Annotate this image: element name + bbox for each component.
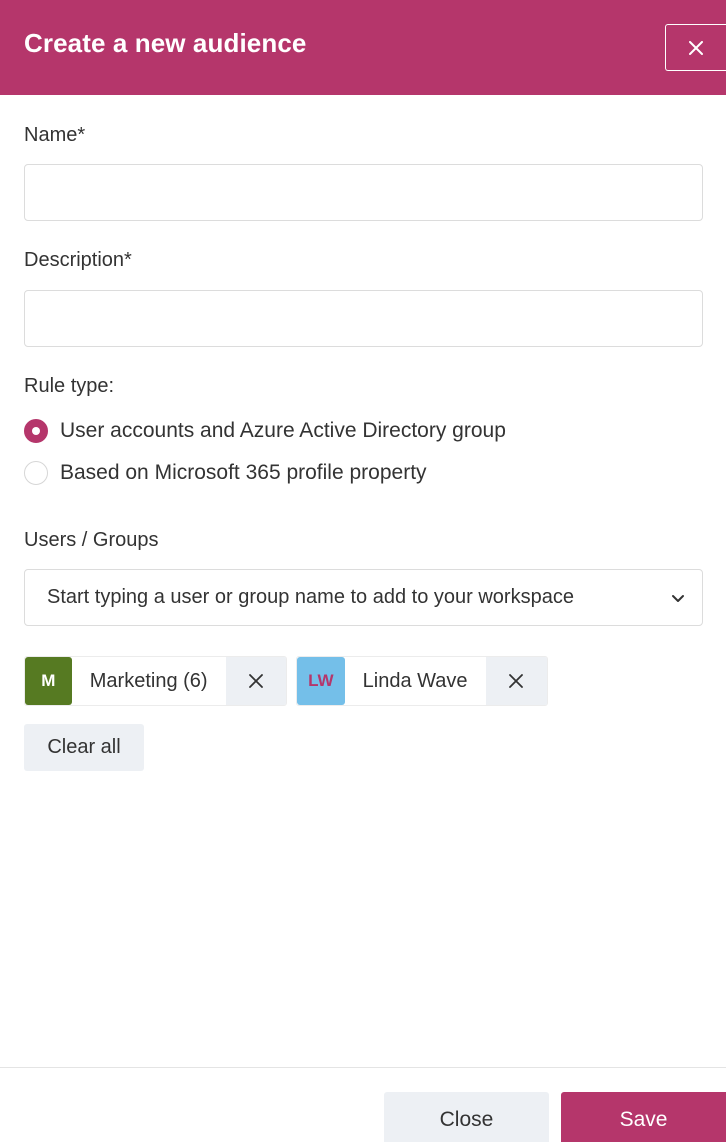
selected-chip-linda-wave: LW Linda Wave — [296, 656, 548, 706]
users-groups-select-text: Start typing a user or group name to add… — [47, 586, 574, 608]
remove-chip-button[interactable] — [485, 657, 547, 705]
remove-chip-button[interactable] — [225, 657, 286, 705]
save-button[interactable]: Save — [561, 1092, 726, 1142]
description-input[interactable] — [24, 290, 703, 347]
chip-label: Marketing (6) — [89, 669, 208, 692]
close-dialog-button[interactable] — [665, 24, 726, 71]
rule-option-user-accounts[interactable]: User accounts and Azure Active Directory… — [24, 418, 506, 444]
users-groups-label: Users / Groups — [24, 529, 159, 551]
avatar: M — [25, 657, 72, 705]
rule-option-profile-property[interactable]: Based on Microsoft 365 profile property — [24, 460, 427, 486]
footer-divider — [0, 1067, 726, 1068]
chip-label: Linda Wave — [362, 669, 468, 692]
close-icon — [509, 674, 524, 688]
close-icon — [248, 674, 263, 688]
clear-all-button[interactable]: Clear all — [24, 724, 144, 771]
rule-type-label: Rule type: — [24, 375, 115, 397]
name-input[interactable] — [24, 164, 703, 221]
users-groups-select[interactable]: Start typing a user or group name to add… — [24, 569, 703, 626]
close-button[interactable]: Close — [384, 1092, 549, 1142]
avatar: LW — [297, 657, 345, 705]
name-label: Name* — [24, 124, 86, 146]
selected-chip-marketing: M Marketing (6) — [24, 656, 287, 706]
close-icon — [689, 40, 703, 55]
dialog-header: Create a new audience — [0, 0, 726, 95]
radio-unselected[interactable] — [24, 461, 48, 485]
dialog-title: Create a new audience — [24, 28, 307, 58]
rule-option-label: Based on Microsoft 365 profile property — [60, 461, 427, 484]
description-label: Description* — [24, 249, 132, 271]
chevron-down-icon — [672, 594, 684, 602]
radio-selected[interactable] — [24, 419, 48, 443]
rule-option-label: User accounts and Azure Active Directory… — [60, 419, 506, 442]
